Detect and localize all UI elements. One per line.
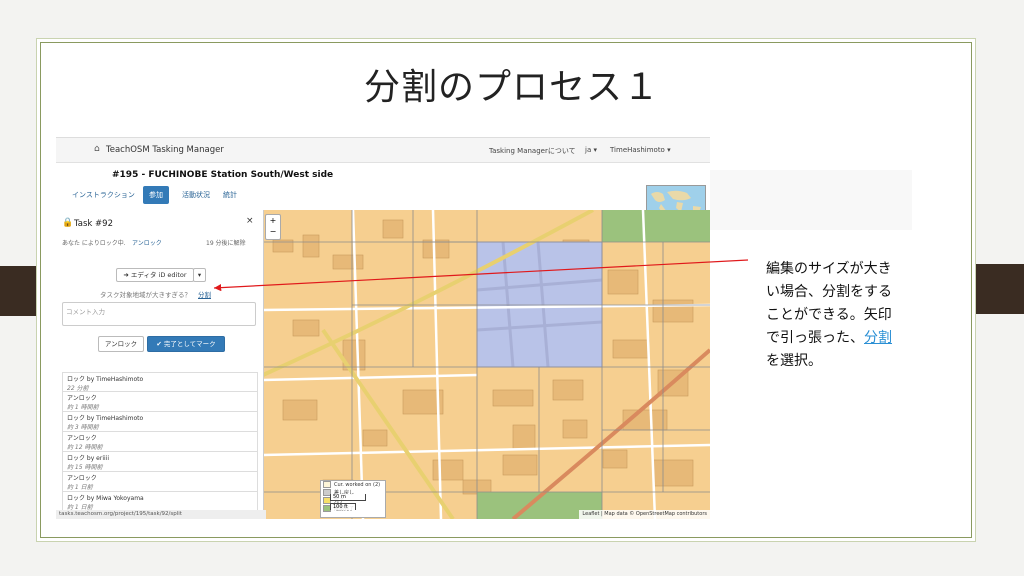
home-icon[interactable]: ⌂	[94, 144, 100, 154]
split-link[interactable]: 分割	[198, 289, 211, 299]
navbar: ⌂ TeachOSM Tasking Manager Tasking Manag…	[56, 138, 710, 163]
legend-swatch	[323, 481, 331, 488]
brand-link[interactable]: TeachOSM Tasking Manager	[106, 145, 224, 155]
legend-label: Cur. worked on (2)	[334, 482, 381, 488]
history-action: アンロック	[67, 435, 97, 442]
slide-note: 編集のサイズが大きい場合、分割をすることができる。矢印で引っ張った、分割を選択。	[766, 258, 896, 373]
unlock-link[interactable]: アンロック	[132, 238, 162, 247]
tab-instructions[interactable]: インストラクション	[66, 186, 141, 204]
tab-activity[interactable]: 活動状況	[176, 186, 216, 204]
map-canvas	[263, 210, 710, 519]
comment-input[interactable]: コメント入力	[62, 302, 256, 326]
nav-language[interactable]: ja ▾	[585, 146, 597, 154]
nav-about[interactable]: Tasking Managerについて	[489, 146, 576, 156]
note-text-end: を選択。	[766, 353, 822, 369]
split-question: タスク対象地域が大きすぎる？	[100, 291, 191, 299]
task-map[interactable]	[263, 210, 710, 519]
scale-m: 50 m	[330, 494, 366, 501]
editor-dropdown-button[interactable]: ▾	[193, 268, 206, 282]
history-row: アンロック約 1 日前	[62, 472, 258, 492]
history-row: アンロック約 12 時間前	[62, 432, 258, 452]
tasking-manager-screenshot: ⌂ TeachOSM Tasking Manager Tasking Manag…	[56, 137, 710, 519]
status-bar-url: tasks.teachosm.org/project/195/task/92/s…	[56, 510, 266, 519]
history-time: 約 1 時間前	[67, 404, 99, 411]
history-row: ロック by TimeHashimoto 約 3 時間前	[62, 412, 258, 432]
map-attribution[interactable]: Leaflet | Map data © OpenStreetMap contr…	[579, 510, 710, 519]
task-panel: 🔒 Task #92 × あなた によりロック中. アンロック 19 分後に解除…	[56, 210, 266, 519]
history-time: 約 3 時間前	[67, 424, 99, 431]
caret-down-icon: ▾	[197, 271, 202, 279]
unlock-button[interactable]: アンロック	[98, 336, 144, 352]
project-title: #195 - FUCHINOBE Station South/West side	[112, 170, 334, 180]
zoom-out-button[interactable]: −	[266, 226, 280, 237]
history-action: ロック by TimeHashimoto	[67, 415, 144, 422]
close-icon[interactable]: ×	[246, 216, 254, 226]
history-time: 約 1 日前	[67, 484, 93, 491]
task-history: ロック by TimeHashimoto 22 分前 アンロック約 1 時間前 ロ…	[62, 372, 258, 512]
screenshot-extension	[710, 170, 912, 230]
history-time: 22 分前	[67, 385, 89, 392]
history-time: 約 12 時間前	[67, 444, 103, 451]
history-action: アンロック	[67, 395, 97, 402]
history-row: ロック by Miwa Yokoyama 約 1 日前	[62, 492, 258, 512]
lock-info: あなた によりロック中.	[62, 240, 126, 247]
editor-button[interactable]: ➜ エディタ iD editor	[116, 268, 194, 282]
history-action: ロック by TimeHashimoto	[67, 376, 144, 383]
history-action: ロック by eriiii	[67, 455, 110, 462]
mark-done-button[interactable]: ✔ 完了としてマーク	[147, 336, 225, 352]
zoom-control: + −	[265, 214, 281, 240]
note-split-link[interactable]: 分割	[864, 330, 892, 346]
expires-text: 19 分後に解除	[206, 240, 246, 247]
history-row: ロック by eriiii 約 15 時間前	[62, 452, 258, 472]
tab-contribute[interactable]: 参加	[143, 186, 169, 204]
scale-ft: 100 ft	[330, 503, 356, 510]
slide-title: 分割のプロセス１	[363, 67, 660, 108]
history-time: 約 15 時間前	[67, 464, 103, 471]
history-row: ロック by TimeHashimoto 22 分前	[62, 372, 258, 392]
history-action: アンロック	[67, 475, 97, 482]
zoom-in-button[interactable]: +	[266, 215, 280, 226]
nav-user[interactable]: TimeHashimoto ▾	[610, 146, 671, 154]
lock-icon: 🔒	[62, 218, 74, 228]
history-action: ロック by Miwa Yokoyama	[67, 495, 144, 502]
task-title: Task #92	[74, 219, 113, 229]
done-task-cell[interactable]	[602, 210, 710, 242]
tab-stats[interactable]: 統計	[217, 186, 243, 204]
history-row: アンロック約 1 時間前	[62, 392, 258, 412]
